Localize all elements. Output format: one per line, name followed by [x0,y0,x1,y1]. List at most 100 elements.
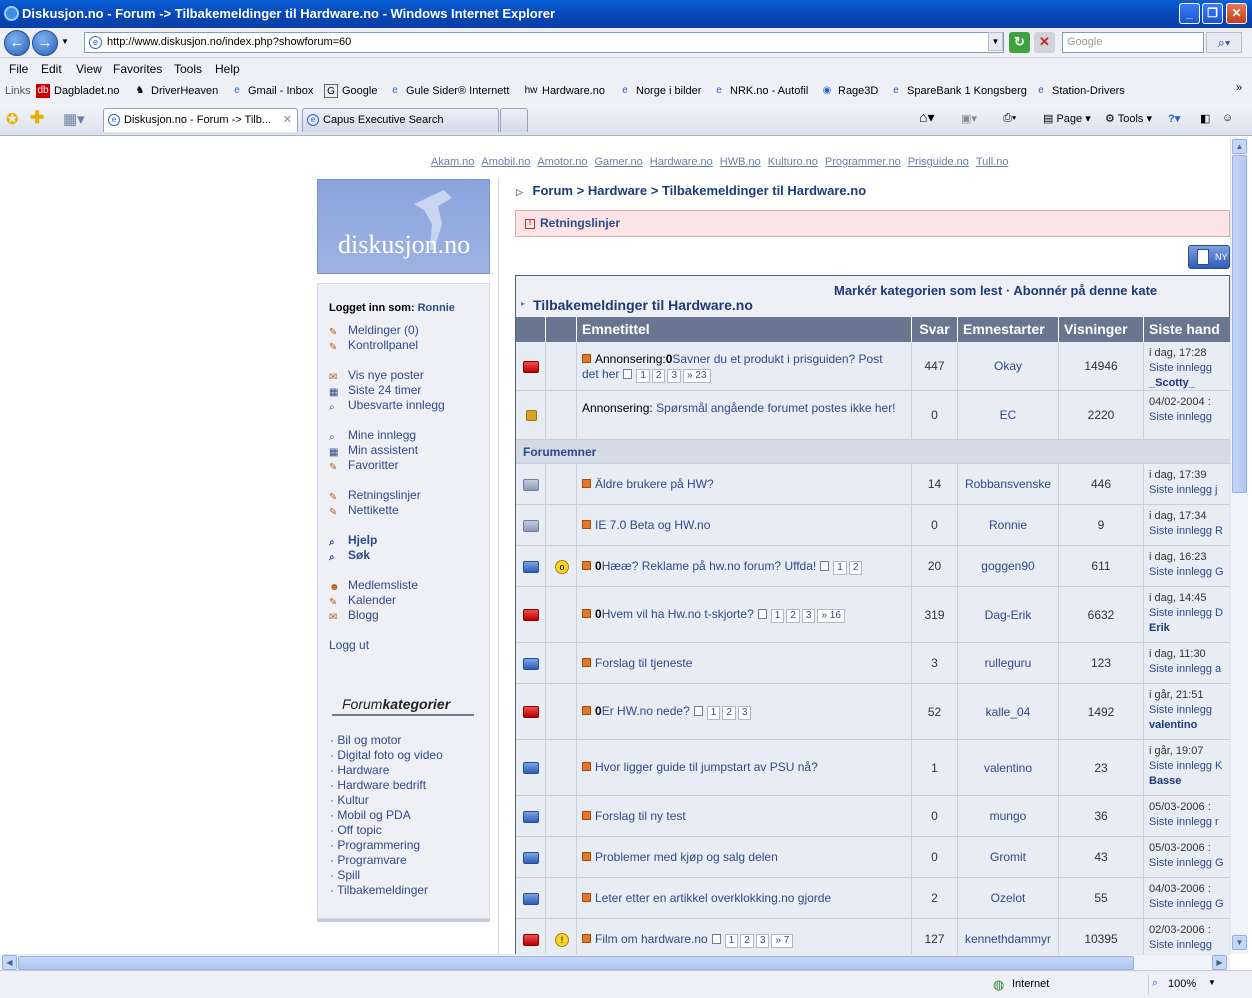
category-link[interactable]: · Hardware bedrift [330,778,426,792]
sidebar-calendar[interactable]: ✎ Kalender [329,593,396,609]
category-link[interactable]: · Digital foto og video [330,748,443,762]
forum-actions[interactable]: Markér kategorien som lest · Abonnér på … [834,283,1157,298]
category-link[interactable]: · Bil og motor [330,733,401,747]
breadcrumb-current[interactable]: Tilbakemeldinger til Hardware.no [662,183,866,198]
last-post-link[interactable]: Siste innlegg K [1149,759,1230,774]
forward-button[interactable]: → [32,30,58,56]
category-link[interactable]: · Kultur [330,793,369,807]
messenger-icon[interactable]: ☺ [1222,112,1233,124]
address-dropdown-icon[interactable]: ▼ [988,32,1003,51]
page-link[interactable]: 3 [667,369,682,383]
quick-tabs-icon[interactable]: ▦▾ [63,110,85,128]
scroll-left-icon[interactable]: ◀ [2,955,17,970]
add-favorite-icon[interactable]: ✚ [30,108,44,128]
page-link[interactable]: 2 [786,609,800,623]
category-link[interactable]: · Mobil og PDA [330,808,411,822]
category-link[interactable]: · Programvare [330,853,407,867]
page-link[interactable]: 3 [755,934,770,948]
network-link[interactable]: Prisguide.no [908,156,969,168]
page-link[interactable]: 3 [801,609,816,623]
back-button[interactable]: ← [4,30,30,56]
column-header[interactable]: Svar [912,317,958,342]
sidebar-help[interactable]: ⌕ Hjelp [329,533,377,549]
tab-capus[interactable]: e Capus Executive Search [302,108,499,132]
sidebar-last-24h[interactable]: ▦ Siste 24 timer [329,383,421,399]
breadcrumb-hardware[interactable]: Hardware [588,183,647,198]
network-link[interactable]: HWB.no [720,156,761,168]
last-post-link[interactable]: Siste innlegg G [1149,856,1230,871]
page-link[interactable]: 1 [706,706,721,720]
category-link[interactable]: · Spill [330,868,360,882]
last-post-link[interactable]: Siste innlegg [1149,361,1230,376]
menu-view[interactable]: View [76,62,102,76]
last-post-link[interactable]: Siste innlegg j [1149,483,1230,498]
starter-cell[interactable]: Robbansvenske [958,464,1059,504]
maximize-button[interactable]: ❐ [1202,3,1223,24]
research-icon[interactable]: ◧ [1200,112,1210,125]
last-post-link[interactable]: Siste innlegg [1149,703,1230,718]
last-post-link[interactable]: Siste innlegg G [1149,897,1230,912]
search-input[interactable]: Google [1062,32,1204,53]
link-google[interactable]: G Google [324,84,377,98]
network-link[interactable]: Hardware.no [650,156,713,168]
category-link[interactable]: · Programmering [330,838,420,852]
last-post-link[interactable]: Siste innlegg G [1149,565,1230,580]
zoom-dropdown-icon[interactable]: ▼ [1208,978,1216,987]
link-gmail[interactable]: e Gmail - Inbox [230,85,313,97]
link-sparebank[interactable]: e SpareBank 1 Kongsberg [889,85,1027,97]
last-post-user[interactable]: valentino [1149,718,1230,733]
starter-cell[interactable]: valentino [958,740,1059,795]
breadcrumb-forum[interactable]: Forum [533,183,573,198]
username-link[interactable]: Ronnie [418,302,455,314]
page-link[interactable]: » 7 [771,934,794,948]
zoom-icon[interactable]: ⌕ [1152,977,1158,990]
address-input[interactable]: e http://www.diskusjon.no/index.php?show… [84,32,1004,53]
last-post-link[interactable]: Siste innlegg D [1149,606,1230,621]
network-link[interactable]: Amobil.no [481,156,530,168]
new-topic-button[interactable]: NY [1188,245,1230,269]
new-tab-button[interactable] [500,108,528,132]
vertical-scroll-thumb[interactable] [1232,155,1247,493]
sidebar-my-assistant[interactable]: ▦ Min assistent [329,443,418,459]
category-link[interactable]: · Tilbakemeldinger [330,883,428,897]
topic-link[interactable]: Äldre brukere på HW? [595,477,714,491]
starter-cell[interactable]: rulleguru [958,643,1059,683]
zoom-level[interactable]: 100% [1168,978,1196,990]
page-link[interactable]: 1 [833,561,847,575]
menu-edit[interactable]: Edit [41,62,62,76]
tools-menu[interactable]: ⚙ Tools ▾ [1105,112,1152,125]
topic-link[interactable]: IE 7.0 Beta og HW.no [595,518,710,532]
menu-help[interactable]: Help [215,62,240,76]
sidebar-favorites[interactable]: ✎ Favoritter [329,458,399,474]
last-post-link[interactable]: Siste innlegg [1149,938,1230,953]
category-link[interactable]: · Hardware [330,763,389,777]
vertical-scrollbar[interactable]: ▲ ▼ [1230,137,1248,954]
topic-link[interactable]: Forslag til tjeneste [595,656,692,670]
sidebar-search[interactable]: ⌕ Søk [329,548,370,564]
guidelines-box[interactable]: ! Retningslinjer [515,210,1230,237]
starter-cell[interactable]: Dag-Erik [958,587,1059,642]
link-rage3d[interactable]: ◉ Rage3D [820,85,879,97]
history-dropdown-icon[interactable]: ▼ [61,37,69,46]
link-norge-i-bilder[interactable]: e Norge i bilder [618,85,701,97]
search-icon[interactable]: ⌕▾ [1206,32,1242,53]
topic-link[interactable]: Problemer med kjøp og salg delen [595,850,778,864]
starter-cell[interactable]: EC [958,391,1059,439]
starter-cell[interactable]: goggen90 [958,546,1059,586]
link-gule-sider[interactable]: e Gule Sider® Internett [388,85,509,97]
topic-link[interactable]: Forslag til ny test [595,809,686,823]
refresh-icon[interactable]: ↻ [1009,32,1030,53]
starter-cell[interactable]: kalle_04 [958,684,1059,739]
page-link[interactable]: » 23 [683,369,711,383]
topic-link[interactable]: Er HW.no nede? [602,704,690,718]
scroll-up-icon[interactable]: ▲ [1232,139,1247,154]
sidebar-new-posts[interactable]: ✉ Vis nye poster [329,368,424,384]
network-link[interactable]: Tull.no [976,156,1009,168]
logout-link[interactable]: Logg ut [329,638,369,652]
print-icon[interactable]: ⎙▾ [1003,112,1016,125]
minimize-button[interactable]: _ [1179,3,1200,24]
column-header[interactable]: Visninger [1059,317,1144,342]
topic-link[interactable]: Film om hardware.no [595,932,708,946]
network-link[interactable]: Kulturo.no [768,156,818,168]
starter-cell[interactable]: Okay [958,342,1059,390]
